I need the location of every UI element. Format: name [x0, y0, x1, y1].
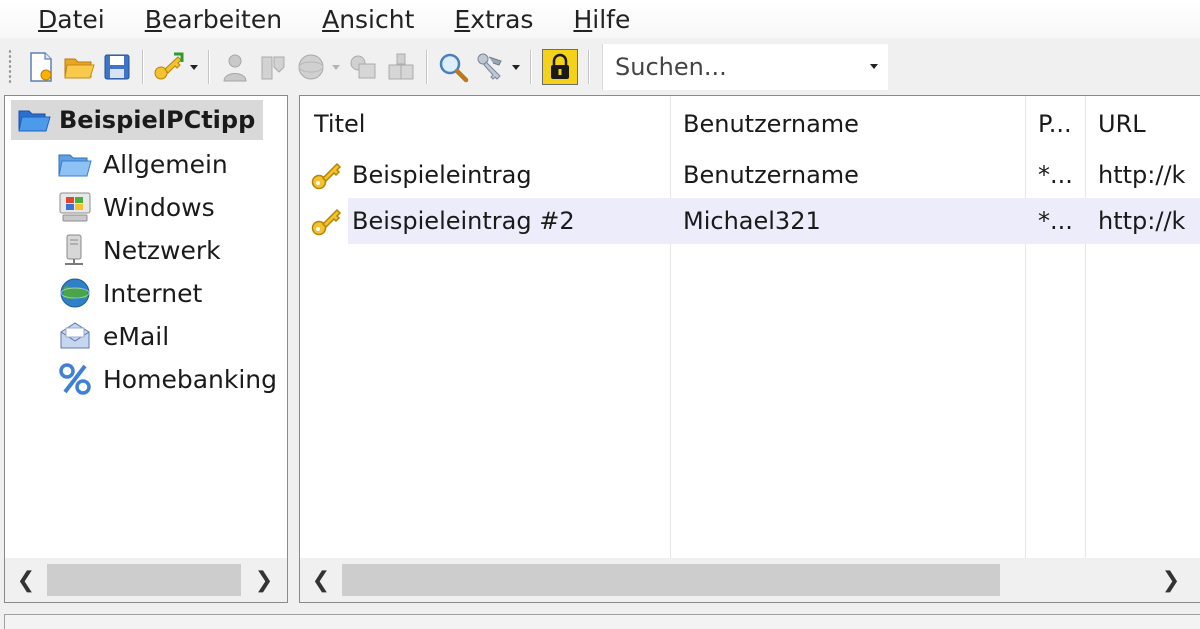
status-bar-panel — [4, 614, 1200, 629]
menu-bearbeiten[interactable]: Bearbeiten — [125, 5, 302, 34]
search-dropdown-arrow[interactable] — [870, 64, 878, 69]
tree-item-homebanking[interactable]: Homebanking — [57, 360, 277, 398]
network-server-icon — [65, 234, 83, 265]
globe-disabled-icon — [298, 54, 324, 80]
folder-icon — [58, 154, 92, 177]
scroll-thumb[interactable] — [342, 564, 1000, 596]
entry-url: http://k — [1098, 161, 1186, 189]
entry-title: Beispieleintrag #2 — [352, 207, 575, 235]
open-url-dropdown[interactable] — [330, 48, 342, 86]
globe-icon — [60, 278, 90, 308]
entry-row-selected[interactable]: Beispieleintrag #2 Michael321 *... http:… — [300, 198, 1200, 244]
key-icon — [311, 162, 342, 190]
entry-row[interactable]: Beispieleintrag Benutzername *... http:/… — [300, 152, 1200, 198]
entry-list[interactable]: Titel Benutzername P... URL Beispieleint… — [299, 95, 1200, 603]
toolbar-separator — [426, 50, 428, 84]
keys-icon — [477, 53, 502, 80]
search-input[interactable] — [603, 52, 857, 82]
folder-open-icon — [18, 110, 51, 132]
toolbar-grip[interactable] — [8, 49, 12, 85]
new-database-button[interactable] — [24, 48, 58, 86]
scroll-left-arrow[interactable]: ❮ — [7, 558, 45, 602]
column-header-username[interactable]: Benutzername — [683, 96, 1018, 152]
tree-item-label: Windows — [103, 192, 215, 222]
scroll-right-arrow[interactable]: ❯ — [1152, 558, 1190, 602]
find-button[interactable] — [436, 48, 470, 86]
menu-extras[interactable]: Extras — [434, 5, 553, 34]
envelope-icon — [60, 322, 90, 349]
column-header-url[interactable]: URL — [1098, 96, 1200, 152]
column-header-password[interactable]: P... — [1038, 96, 1082, 152]
tree-item-label: Homebanking — [103, 364, 277, 394]
toolbar-separator — [208, 50, 210, 84]
tree-item-label: eMail — [103, 321, 170, 351]
add-entry-button[interactable] — [152, 48, 186, 86]
toolbar-separator — [142, 50, 144, 84]
status-bar — [0, 606, 1200, 629]
add-entry-dropdown[interactable] — [188, 48, 200, 86]
menu-hilfe[interactable]: Hilfe — [553, 5, 650, 34]
tree-root-group[interactable]: BeispielPCtipp — [11, 100, 264, 140]
scroll-left-arrow[interactable]: ❮ — [302, 558, 340, 602]
copy-entry-button[interactable] — [346, 48, 380, 86]
menu-datei[interactable]: Datei — [18, 5, 125, 34]
password-generator-button[interactable] — [474, 48, 508, 86]
password-generator-dropdown[interactable] — [510, 48, 522, 86]
list-horizontal-scrollbar[interactable]: ❮ ❯ — [300, 558, 1200, 602]
menu-bar: Datei Bearbeiten Ansicht Extras Hilfe — [0, 0, 1200, 38]
open-database-button[interactable] — [62, 48, 96, 86]
key-icon — [311, 208, 342, 236]
tree-item-internet[interactable]: Internet — [57, 274, 202, 312]
tree-item-email[interactable]: eMail — [57, 317, 169, 355]
toolbar — [0, 40, 1200, 94]
entry-username: Benutzername — [683, 161, 859, 189]
tree-root-label: BeispielPCtipp — [59, 106, 256, 134]
open-folder-icon — [64, 58, 95, 79]
tree-item-allgemein[interactable]: Allgemein — [57, 145, 228, 183]
column-header-title[interactable]: Titel — [314, 96, 664, 152]
autotype-button[interactable] — [384, 48, 418, 86]
keepass-window: Datei Bearbeiten Ansicht Extras Hilfe Su… — [0, 0, 1200, 629]
copy-password-button[interactable] — [256, 48, 290, 86]
copy-username-button[interactable] — [218, 48, 252, 86]
magnifier-icon — [439, 53, 469, 83]
entry-password: *... — [1038, 161, 1073, 189]
padlock-icon — [551, 53, 569, 79]
windows-icon — [59, 192, 91, 222]
entry-username: Michael321 — [683, 207, 821, 235]
copy-entry-icon — [350, 55, 376, 79]
autotype-icon — [388, 53, 414, 80]
add-entry-key-icon — [154, 52, 184, 80]
search-box — [602, 44, 888, 90]
lock-workspace-button[interactable] — [542, 49, 578, 85]
tree-item-netzwerk[interactable]: Netzwerk — [57, 231, 221, 269]
toolbar-separator — [530, 50, 532, 84]
menu-ansicht[interactable]: Ansicht — [302, 5, 434, 34]
floppy-disk-icon — [104, 54, 130, 80]
toolbar-separator — [588, 50, 590, 84]
tree-item-windows[interactable]: Windows — [57, 188, 215, 226]
tree-item-label: Allgemein — [103, 149, 228, 179]
entry-password: *... — [1038, 207, 1073, 235]
tree-item-label: Netzwerk — [103, 235, 221, 265]
new-database-icon — [30, 52, 52, 82]
tree-item-label: Internet — [103, 278, 203, 308]
save-database-button[interactable] — [100, 48, 134, 86]
scroll-right-arrow[interactable]: ❯ — [245, 558, 283, 602]
entry-title: Beispieleintrag — [352, 161, 532, 189]
open-url-button[interactable] — [294, 48, 328, 86]
scroll-thumb[interactable] — [47, 564, 241, 596]
copy-password-icon — [261, 56, 285, 80]
entry-url: http://k — [1098, 207, 1186, 235]
tree-horizontal-scrollbar[interactable]: ❮ ❯ — [5, 558, 287, 602]
percent-icon — [59, 363, 91, 395]
group-tree[interactable]: BeispielPCtipp Allgemein Windows Netzwer… — [4, 95, 288, 603]
user-icon — [223, 54, 247, 82]
